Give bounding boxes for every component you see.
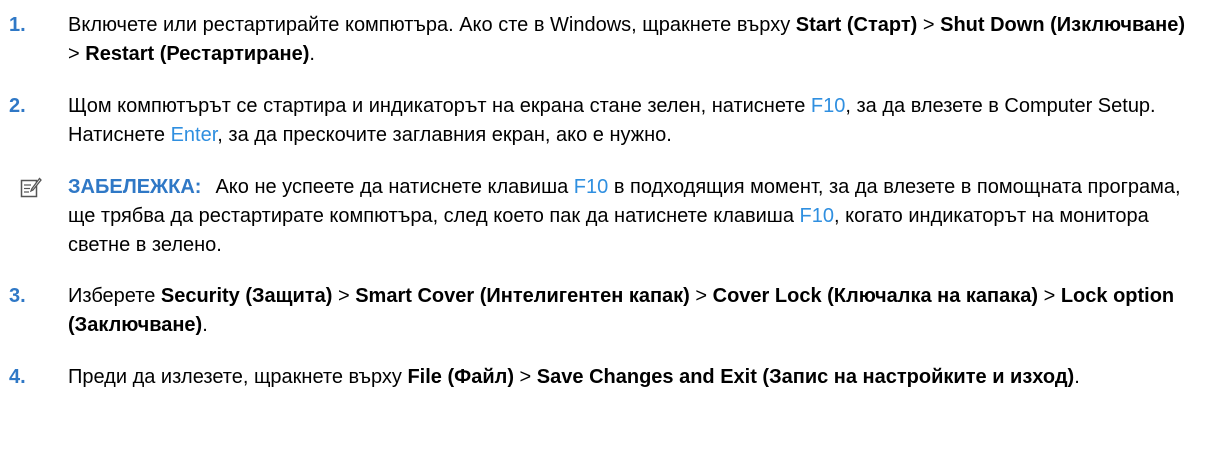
note-pencil-icon	[20, 177, 42, 199]
text-run: .	[1074, 366, 1080, 388]
text-run: .	[202, 314, 208, 336]
step-number: 3.	[9, 285, 26, 307]
step-number: 1.	[9, 14, 26, 36]
text-run: >	[1038, 285, 1061, 307]
bold-term: Shut Down (Изключване)	[940, 14, 1185, 36]
bold-term: Start (Старт)	[795, 14, 918, 36]
bold-term: Save Changes and Exit (Запис на настройк…	[536, 366, 1075, 388]
text-run: >	[514, 366, 537, 388]
step-number: 2.	[9, 95, 26, 117]
note-text: ЗАБЕЛЕЖКА: Ако не успеете да натиснете кл…	[68, 173, 1198, 260]
text-run: >	[68, 43, 86, 65]
text-run: .	[309, 43, 315, 65]
text-run: Щом компютърът се стартира и индикаторът…	[68, 95, 811, 117]
text-run: >	[332, 285, 356, 307]
step-text: Щом компютърът се стартира и индикаторът…	[68, 92, 1198, 150]
key-name: Enter	[170, 124, 218, 146]
bold-term: Security (Защита)	[160, 285, 333, 307]
text-run: Изберете	[68, 285, 161, 307]
step-text: Включете или рестартирайте компютъра. Ак…	[68, 11, 1198, 69]
bold-term: Restart (Рестартиране)	[85, 43, 310, 65]
step-text: Преди да излезете, щракнете върху File (…	[68, 363, 1198, 392]
note-body: Ако не успеете да натиснете клавиша F10 …	[68, 176, 1181, 256]
bold-term: Cover Lock (Ключалка на капака)	[712, 285, 1039, 307]
bold-term: Smart Cover (Интелигентен капак)	[355, 285, 690, 307]
text-run: , за да прескочите заглавния екран, ако …	[217, 124, 672, 146]
step-text: Изберете Security (Защита) > Smart Cover…	[68, 282, 1198, 340]
bold-term: File (Файл)	[407, 366, 514, 388]
instructions-page: 1. Включете или рестартирайте компютъра.…	[0, 0, 1210, 457]
text-run: Преди да излезете, щракнете върху	[68, 366, 408, 388]
step-number: 4.	[9, 366, 26, 388]
text-run: >	[917, 14, 941, 36]
text-run: >	[689, 285, 713, 307]
text-run: Включете или рестартирайте компютъра. Ак…	[68, 14, 796, 36]
key-name: F10	[799, 205, 834, 227]
text-run: Ако не успеете да натиснете клавиша	[215, 176, 574, 198]
key-name: F10	[810, 95, 846, 117]
note-label: ЗАБЕЛЕЖКА:	[68, 176, 202, 198]
key-name: F10	[573, 176, 609, 198]
